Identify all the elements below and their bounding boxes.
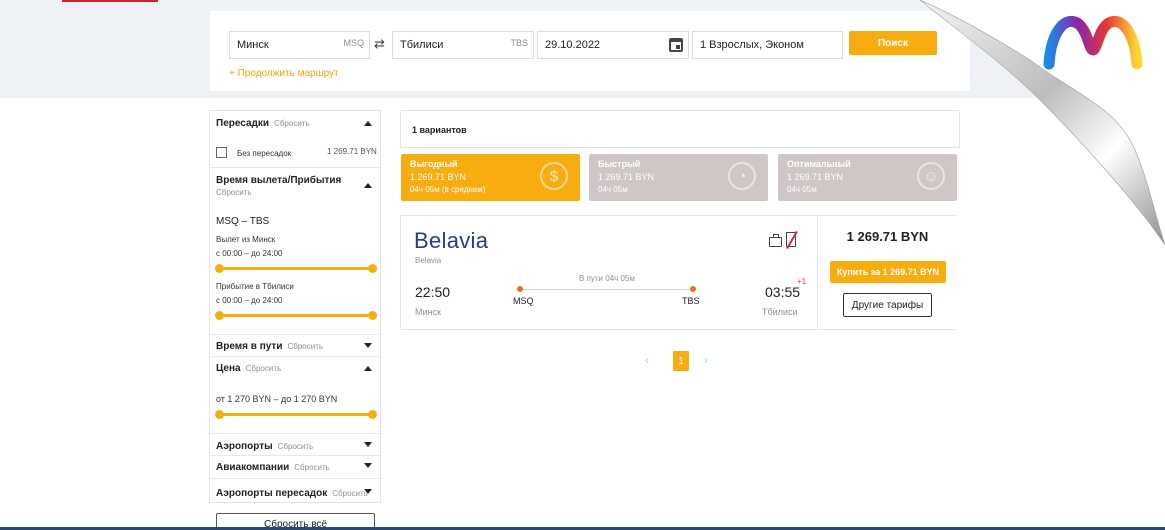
arrival-city: Тбилиси [762,307,798,317]
arrival-day-offset: +1 [797,277,807,286]
no-transfers-checkbox[interactable] [216,147,227,158]
slider-handle-min[interactable] [215,311,224,320]
arrival-dot [690,286,696,292]
airline-logo: Belavia [414,228,489,253]
collapse-icon[interactable] [364,121,372,126]
tab-fastest[interactable]: Быстрый 1 269.71 BYN 04ч 05м ◔ [589,154,768,201]
filter-airlines: Авиакомпании Сбросить [210,456,380,479]
departure-city: Минск [415,307,441,317]
expand-icon[interactable] [364,442,372,447]
filter-reset-link[interactable]: Сбросить [278,442,314,451]
expand-icon[interactable] [364,489,372,494]
filter-title[interactable]: Время вылета/Прибытия [216,175,341,186]
buy-button[interactable]: Купить за 1 269.71 BYN [830,261,946,283]
hand-luggage-icon [769,234,782,247]
filter-title[interactable]: Цена Сбросить [216,363,281,374]
price-slider[interactable] [215,410,377,419]
filters-sidebar: Пересадки Сбросить Без пересадок 1 269.71… [209,110,381,503]
search-panel: Минск MSQ ⇄ Тбилиси TBS 29.10.2022 1 Взр… [210,11,970,91]
passengers-value: 1 Взрослых, Эконом [700,39,804,51]
departure-dot [517,286,523,292]
filter-title[interactable]: Пересадки Сбросить [216,118,310,129]
filter-reset-link[interactable]: Сбросить [216,188,252,197]
arrival-code: TBS [682,296,700,306]
no-transfers-price: 1 269.71 BYN [327,147,377,156]
coin-icon: $ [540,162,568,190]
slider-handle-min[interactable] [215,264,224,273]
departure-time: 22:50 [415,284,451,300]
date-field[interactable]: 29.10.2022 [537,31,689,59]
expand-icon[interactable] [364,343,372,348]
from-field[interactable]: Минск MSQ [229,31,370,59]
expand-icon[interactable] [364,463,372,468]
collapse-icon[interactable] [364,183,372,188]
date-value: 29.10.2022 [545,39,601,51]
stopwatch-icon: ◔ [728,162,756,190]
filter-reset-link[interactable]: Сбросить [332,489,368,498]
filter-title[interactable]: Авиакомпании Сбросить [216,462,330,473]
filter-reset-link[interactable]: Сбросить [287,342,323,351]
from-code: MSQ [343,38,364,48]
arrival-time: 03:55 [765,284,801,300]
times-route: MSQ – TBS [216,216,270,227]
tab-best-value[interactable]: Выгодный 1 269.71 BYN 04ч 05м (в среднем… [401,154,580,201]
results-count-bar: 1 вариантов [400,110,960,148]
departure-slider[interactable] [215,264,377,273]
filter-title[interactable]: Аэропорты Сбросить [216,441,313,452]
departure-label: Вылет из Минск [216,235,276,244]
calendar-icon[interactable] [669,38,683,52]
flight-duration: В пути 04ч 05м [579,274,635,283]
pager-prev-icon[interactable]: ‹ [645,353,649,367]
airline-name: Belavia [415,256,442,265]
departure-code: MSQ [513,296,534,306]
filter-transfer-airports: Аэропорты пересадок Сбросить [210,479,380,502]
arrival-slider[interactable] [215,311,377,320]
price-range: от 1 270 BYN – до 1 270 BYN [216,394,338,404]
continue-route-link[interactable]: + Продолжить маршрут [229,68,339,79]
filter-title[interactable]: Аэропорты пересадок Сбросить [216,488,368,499]
slider-handle-max[interactable] [368,410,377,419]
no-baggage-icon [786,232,796,247]
to-city: Тбилиси [400,39,444,51]
route-line [520,289,693,290]
swap-icon[interactable]: ⇄ [374,36,385,52]
flight-card: Belavia Belavia 22:50 Минск В пути 04ч 0… [400,215,956,330]
filter-duration: Время в пути Сбросить [210,335,380,357]
filter-airports: Аэропорты Сбросить [210,434,380,456]
filter-title[interactable]: Время в пути Сбросить [216,341,323,352]
collapse-icon[interactable] [364,366,372,371]
filter-reset-link[interactable]: Сбросить [246,364,282,373]
other-tariffs-button[interactable]: Другие тарифы [843,293,932,317]
slider-handle-max[interactable] [368,264,377,273]
arrival-label: Прибытие в Тбилиси [216,282,294,291]
filter-reset-link[interactable]: Сбросить [274,119,310,128]
arrival-range: с 00:00 – до 24:00 [216,296,283,305]
top-accent-strip [62,0,158,2]
brand-logo-icon [1043,15,1143,70]
from-city: Минск [237,39,269,51]
to-field[interactable]: Тбилиси TBS [392,31,534,59]
pager-next-icon[interactable]: › [704,353,708,367]
to-code: TBS [510,38,528,48]
filter-price: Цена Сбросить от 1 270 BYN – до 1 270 BYN [210,357,380,434]
passengers-field[interactable]: 1 Взрослых, Эконом [692,31,843,59]
slider-handle-max[interactable] [368,311,377,320]
filter-reset-link[interactable]: Сбросить [294,463,330,472]
filter-transfers: Пересадки Сбросить Без пересадок 1 269.71… [210,111,380,168]
results-count: 1 вариантов [412,125,467,135]
no-transfers-label: Без пересадок [237,149,292,158]
departure-range: с 00:00 – до 24:00 [216,249,283,258]
filter-times: Время вылета/Прибытия Сбросить MSQ – TBS… [210,168,380,335]
pager-current-page[interactable]: 1 [673,351,689,371]
slider-handle-min[interactable] [215,410,224,419]
